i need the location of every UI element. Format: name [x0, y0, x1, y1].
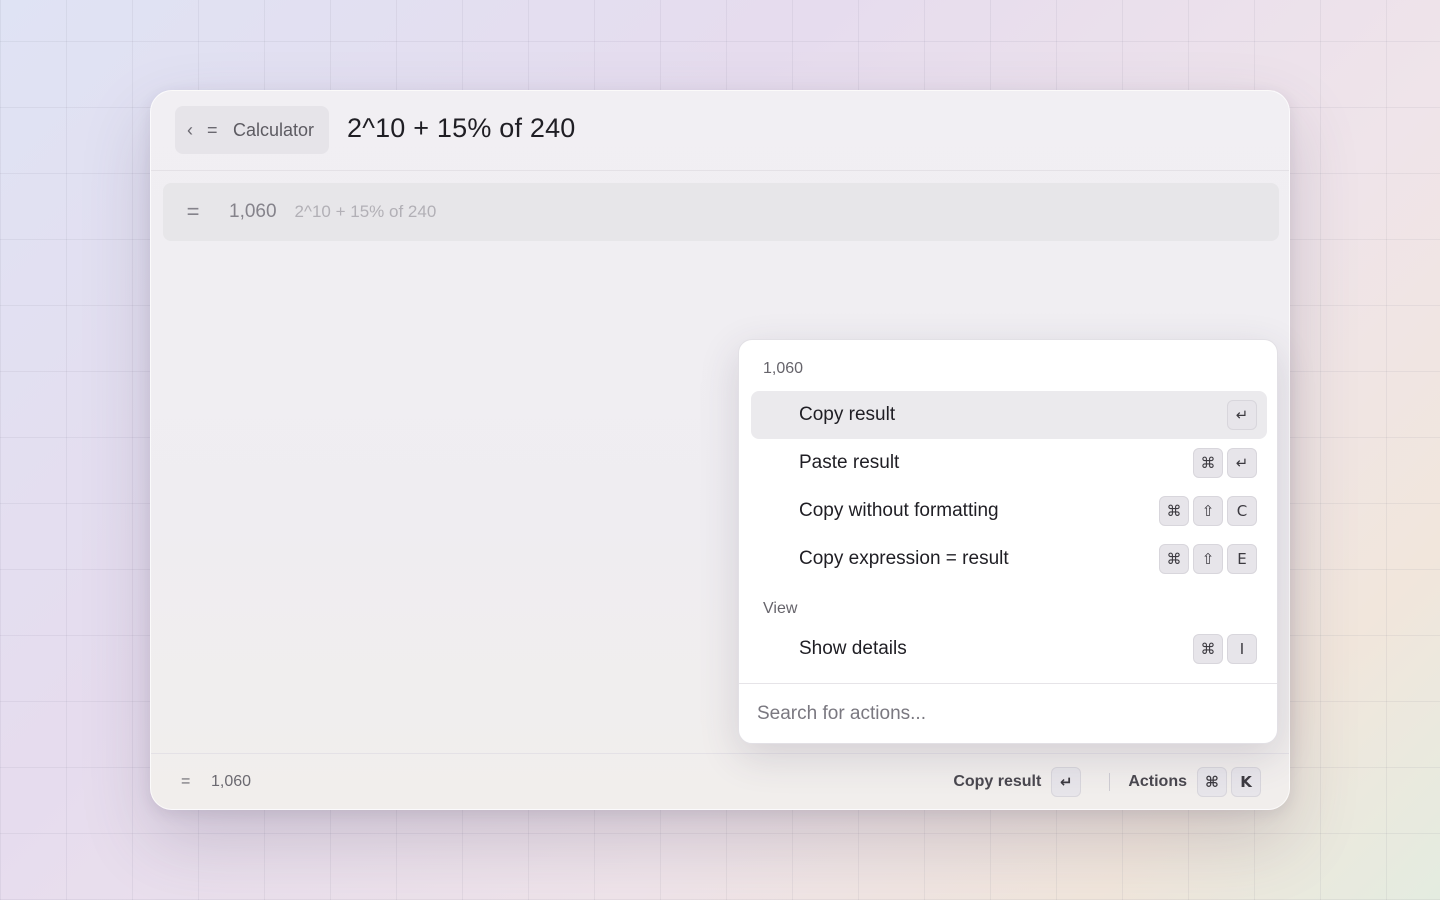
copy-result-button[interactable]: Copy result ↵	[953, 766, 1082, 797]
command-key-icon: ⌘	[1159, 496, 1189, 526]
actions-panel: 1,060 Copy result ↵ Paste result ⌘ ↵ Cop…	[738, 339, 1278, 744]
copy-result-shortcut: ↵	[1051, 766, 1082, 797]
equals-icon: =	[181, 772, 191, 790]
action-shortcut: ⌘ I	[1193, 634, 1257, 664]
e-key: E	[1227, 544, 1257, 574]
actions-shortcut: ⌘ K	[1197, 766, 1261, 797]
section-view-title: View	[763, 600, 798, 617]
action-bar: = 1,060 Copy result ↵ Actions ⌘ K	[151, 753, 1289, 809]
action-paste-result[interactable]: Paste result ⌘ ↵	[751, 439, 1267, 487]
equals-icon: =	[186, 199, 200, 224]
action-label: Paste result	[799, 452, 900, 473]
command-key-icon: ⌘	[1197, 766, 1227, 797]
return-key-icon: ↵	[1227, 448, 1257, 478]
action-label: Copy expression = result	[799, 548, 1009, 569]
action-label: Show details	[799, 638, 907, 659]
actions-search-input[interactable]	[757, 702, 1277, 725]
footer-result-value: 1,060	[211, 772, 252, 790]
return-key-icon: ↵	[1051, 766, 1082, 797]
search-header: ‹ = Calculator 2^10 + 15% of 240	[151, 91, 1289, 171]
actions-panel-title: 1,060	[763, 360, 804, 377]
actions-button[interactable]: Actions ⌘ K	[1128, 766, 1261, 797]
back-button[interactable]: ‹ = Calculator	[175, 106, 329, 154]
mode-label: Calculator	[233, 119, 315, 140]
actions-label: Actions	[1128, 772, 1187, 790]
shift-key-icon: ⇧	[1193, 496, 1223, 526]
action-copy-expression[interactable]: Copy expression = result ⌘ ⇧ E	[751, 535, 1267, 583]
result-expression: 2^10 + 15% of 240	[294, 202, 437, 221]
k-key: K	[1231, 766, 1261, 797]
action-shortcut: ⌘ ⇧ C	[1159, 496, 1257, 526]
action-shortcut: ⌘ ⇧ E	[1159, 544, 1257, 574]
action-label: Copy without formatting	[799, 500, 999, 521]
chevron-left-icon: ‹	[187, 119, 193, 140]
command-key-icon: ⌘	[1193, 634, 1223, 664]
command-key-icon: ⌘	[1159, 544, 1189, 574]
divider	[1109, 772, 1111, 791]
i-key: I	[1227, 634, 1257, 664]
action-shortcut: ⌘ ↵	[1193, 448, 1257, 478]
return-key-icon: ↵	[1227, 400, 1257, 430]
action-label: Copy result	[799, 404, 896, 425]
result-value: 1,060	[229, 201, 277, 222]
search-query[interactable]: 2^10 + 15% of 240	[347, 113, 576, 144]
actions-search	[739, 683, 1277, 743]
copy-result-label: Copy result	[953, 772, 1042, 790]
shift-key-icon: ⇧	[1193, 544, 1223, 574]
c-key: C	[1227, 496, 1257, 526]
action-copy-result[interactable]: Copy result ↵	[751, 391, 1267, 439]
equals-icon: =	[207, 119, 218, 140]
command-key-icon: ⌘	[1193, 448, 1223, 478]
action-show-details[interactable]: Show details ⌘ I	[751, 625, 1267, 673]
action-shortcut: ↵	[1227, 400, 1257, 430]
calculator-result-row[interactable]: = 1,060 2^10 + 15% of 240	[163, 183, 1279, 241]
action-copy-without-formatting[interactable]: Copy without formatting ⌘ ⇧ C	[751, 487, 1267, 535]
